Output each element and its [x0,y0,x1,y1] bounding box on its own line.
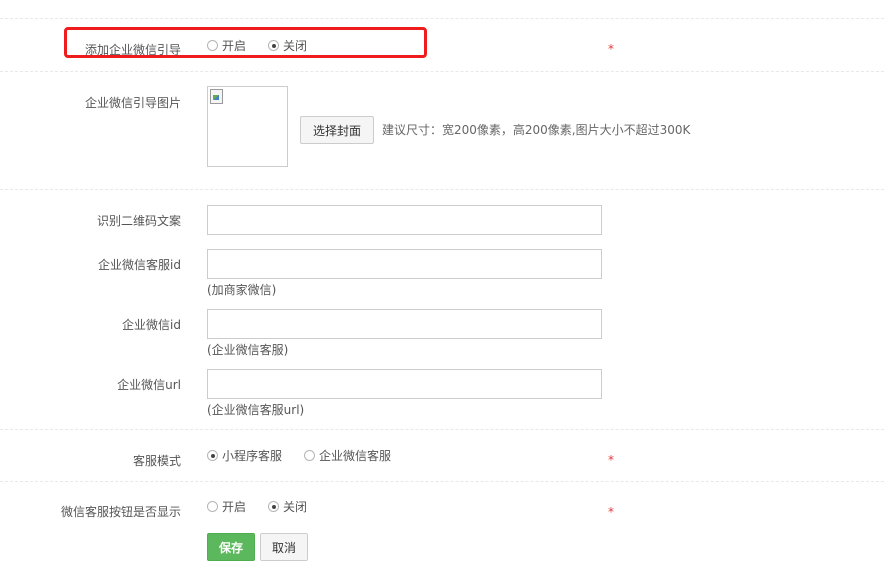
radio-button-checked[interactable] [268,40,280,51]
guide-option-on[interactable]: 开启 [207,37,246,54]
service-button-option-on[interactable]: 开启 [207,498,246,515]
choose-cover-button[interactable]: 选择封面 [300,116,374,144]
guide-option-off[interactable]: 关闭 [268,37,307,54]
wework-url-label: 企业微信url [117,378,181,392]
divider [0,189,884,190]
service-mode-radio-group: 小程序客服 企业微信客服 [207,447,413,464]
settings-form: 添加企业微信引导 开启 关闭 * 企业微信引导图片 选择封面 建议尺寸：宽200… [0,0,884,577]
radio-button[interactable] [207,40,218,51]
service-mode-wework[interactable]: 企业微信客服 [304,447,391,464]
qr-text-label: 识别二维码文案 [96,214,181,228]
radio-button[interactable] [207,501,218,512]
service-button-radio-group: 开启 关闭 [207,498,329,515]
save-button[interactable]: 保存 [207,533,255,561]
divider [0,429,884,430]
service-id-help: (加商家微信) [207,283,277,297]
service-button-option-off[interactable]: 关闭 [268,498,307,515]
divider [0,481,884,482]
wework-url-help: (企业微信客服url) [207,403,305,417]
wework-id-label: 企业微信id [122,318,181,332]
image-size-hint: 建议尺寸：宽200像素，高200像素,图片大小不超过300K [382,123,691,137]
cancel-button[interactable]: 取消 [260,533,308,561]
guide-image-label: 企业微信引导图片 [84,96,181,110]
wework-url-input[interactable] [207,369,602,399]
required-mark: * [608,453,614,467]
guide-radio-group: 开启 关闭 [207,37,329,54]
guide-label: 添加企业微信引导 [84,43,181,57]
radio-button[interactable] [304,450,316,461]
qr-text-input[interactable] [207,205,602,235]
service-id-input[interactable] [207,249,602,279]
required-mark: * [608,42,614,56]
divider [0,71,884,72]
radio-button-checked[interactable] [207,450,218,461]
divider [0,18,884,19]
service-mode-label: 客服模式 [132,454,181,468]
radio-button-checked[interactable] [268,501,280,512]
wework-id-help: (企业微信客服) [207,343,289,357]
required-mark: * [608,505,614,519]
guide-image-preview [207,86,288,167]
service-id-label: 企业微信客服id [98,258,181,272]
service-button-label: 微信客服按钮是否显示 [60,505,181,519]
wework-id-input[interactable] [207,309,602,339]
service-mode-miniprogram[interactable]: 小程序客服 [207,447,282,464]
broken-image-icon [210,89,223,104]
